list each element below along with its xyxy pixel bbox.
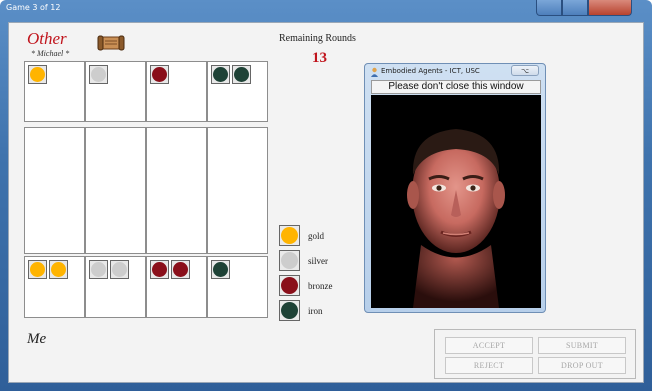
chip-group [89,260,129,279]
agent-close-button[interactable]: ⌥ [511,65,539,76]
legend-item-silver: silver [279,248,333,273]
silver-chip [89,65,108,84]
window-title: Game 3 of 12 [6,3,61,12]
negotiation-table [24,127,268,254]
legend-label: gold [308,230,325,241]
bronze-chip [150,65,169,84]
opponent-cell-bronze [146,61,207,122]
remaining-rounds-value: 13 [312,50,327,66]
agent-window[interactable]: Embodied Agents - ICT, USC ⌥ Please don'… [364,63,546,313]
legend-item-bronze: bronze [279,273,333,298]
silver-chip[interactable] [110,260,129,279]
gold-chip[interactable] [49,260,68,279]
opponent-cell-gold [24,61,85,122]
agent-window-title: Embodied Agents - ICT, USC [381,67,480,75]
agent-avatar-view [371,95,541,308]
game-area: Other * Michael * Remaining Rounds 13 go… [8,22,644,383]
iron-chip [211,65,230,84]
self-label: Me [27,331,47,347]
chip-group [211,65,251,84]
chip-group [89,65,108,84]
my-items-row [24,256,268,318]
maximize-button[interactable] [562,0,588,16]
bronze-chip[interactable] [171,260,190,279]
my-cell-gold [24,256,85,318]
gold-icon [279,225,300,246]
minimize-button[interactable] [536,0,562,16]
iron-chip[interactable] [211,260,230,279]
agent-face-render [371,95,541,308]
scroll-icon[interactable] [96,34,126,52]
close-icon: ⌥ [520,67,530,75]
table-cell-gold[interactable] [24,127,85,254]
chip-group [150,65,169,84]
table-cell-silver[interactable] [85,127,146,254]
window-controls [536,0,646,18]
app-window-frame: Game 3 of 12 Other * Michael * Remaining… [0,0,652,391]
table-cell-bronze[interactable] [146,127,207,254]
gold-chip [28,65,47,84]
my-cell-bronze [146,256,207,318]
chip-group [211,260,230,279]
legend-item-gold: gold [279,223,333,248]
opponent-cell-iron [207,61,268,122]
title-bar[interactable]: Game 3 of 12 [0,0,652,22]
table-cell-iron[interactable] [207,127,268,254]
chip-group [28,260,68,279]
opponent-cell-silver [85,61,146,122]
remaining-rounds-label: Remaining Rounds [279,33,356,44]
agent-warning-banner: Please don't close this window [371,80,541,94]
legend-label: bronze [308,280,333,291]
chip-group [28,65,47,84]
bronze-icon [279,275,300,296]
iron-icon [279,300,300,321]
bronze-chip[interactable] [150,260,169,279]
opponent-name: * Michael * [31,49,70,58]
silver-icon [279,250,300,271]
opponent-items-row [24,61,268,122]
item-legend: gold silver bronze iron [279,223,333,323]
action-panel: ACCEPT SUBMIT REJECT DROP OUT [434,329,636,379]
submit-button[interactable]: SUBMIT [538,337,626,354]
person-icon [371,67,378,77]
opponent-label: Other [27,29,67,48]
accept-button[interactable]: ACCEPT [445,337,533,354]
silver-chip[interactable] [89,260,108,279]
my-cell-iron [207,256,268,318]
chip-group [150,260,190,279]
my-cell-silver [85,256,146,318]
gold-chip[interactable] [28,260,47,279]
legend-label: silver [308,255,328,266]
close-button[interactable] [588,0,632,16]
legend-item-iron: iron [279,298,333,323]
iron-chip [232,65,251,84]
drop-out-button[interactable]: DROP OUT [538,357,626,374]
reject-button[interactable]: REJECT [445,357,533,374]
legend-label: iron [308,305,323,316]
